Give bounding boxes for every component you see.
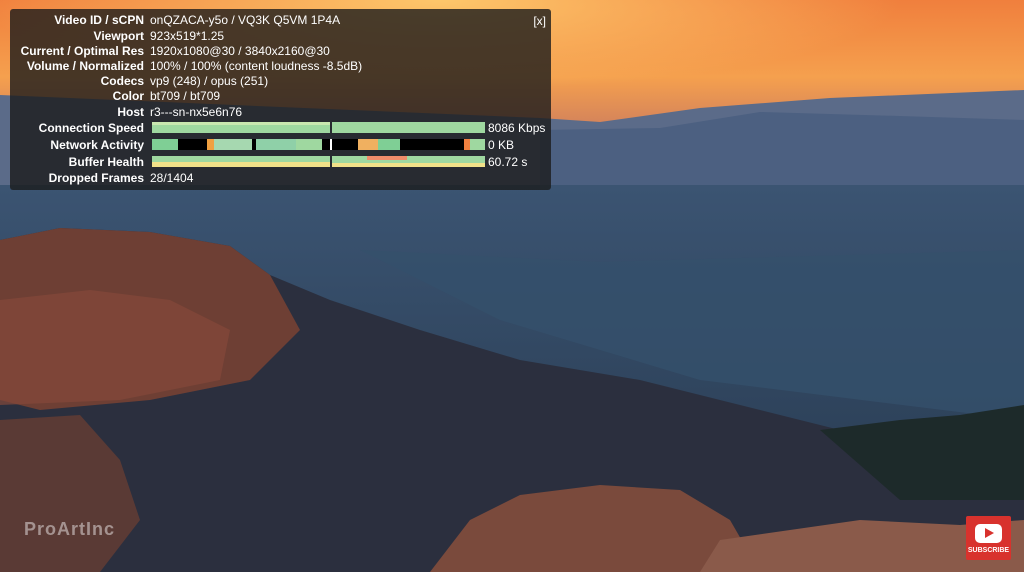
subscribe-label: SUBSCRIBE <box>967 547 1010 554</box>
graph-bar <box>470 139 485 150</box>
stats-value: bt709 / bt709 <box>150 89 221 103</box>
graph-bar <box>152 122 330 125</box>
subscribe-button[interactable]: SUBSCRIBE <box>966 516 1011 560</box>
connection-speed-value: 8086 Kbps <box>488 121 546 135</box>
graph-bar <box>207 139 214 150</box>
graph-bar <box>214 139 252 150</box>
stats-value: r3---sn-nx5e6n76 <box>150 105 243 119</box>
stats-label: Network Activity <box>50 138 144 152</box>
stats-label: Current / Optimal Res <box>20 44 144 58</box>
graph-bar <box>332 163 485 167</box>
stats-row-codecs: Codecs vp9 (248) / opus (251) <box>10 73 550 89</box>
graph-bar <box>332 122 485 133</box>
stats-label: Host <box>117 105 144 119</box>
graph-bar <box>152 162 330 167</box>
graph-bar <box>152 139 178 150</box>
stats-row-viewport: Viewport 923x519*1.25 <box>10 28 550 44</box>
network-activity-value: 0 KB <box>488 138 515 152</box>
stats-label: Volume / Normalized <box>26 59 144 73</box>
stats-row-dropped-frames: Dropped Frames 28/1404 <box>10 170 550 186</box>
stats-value: 28/1404 <box>150 171 194 185</box>
graph-bar <box>256 139 296 150</box>
stats-row-resolution: Current / Optimal Res 1920x1080@30 / 384… <box>10 43 550 59</box>
connection-speed-graph <box>152 122 485 133</box>
stats-label: Buffer Health <box>68 155 144 169</box>
stats-label: Color <box>112 89 144 103</box>
stats-row-color: Color bt709 / bt709 <box>10 88 550 104</box>
stats-value: 1920x1080@30 / 3840x2160@30 <box>150 44 330 58</box>
stats-label: Codecs <box>100 74 144 88</box>
stats-label: Dropped Frames <box>48 171 144 185</box>
stats-row-connection-speed: Connection Speed 8086 Kbps <box>10 120 550 136</box>
buffer-health-graph <box>152 156 485 167</box>
stats-value: onQZACA-y5o / VQ3K Q5VM 1P4A <box>150 13 341 27</box>
play-triangle-icon <box>985 528 994 538</box>
stats-label: Video ID / sCPN <box>54 13 144 27</box>
graph-bar <box>330 139 332 150</box>
channel-watermark: ProArtInc <box>24 519 116 539</box>
stats-label: Connection Speed <box>38 121 144 135</box>
stats-row-volume: Volume / Normalized 100% / 100% (content… <box>10 58 550 74</box>
stats-row-network-activity: Network Activity 0 KB <box>10 137 550 153</box>
buffer-health-value: 60.72 s <box>488 155 528 169</box>
graph-bar <box>296 139 322 150</box>
stats-label: Viewport <box>93 29 144 43</box>
stats-row-host: Host r3---sn-nx5e6n76 <box>10 104 550 120</box>
stats-row-video-id: Video ID / sCPN onQZACA-y5o / VQ3K Q5VM … <box>10 12 550 28</box>
stats-row-buffer-health: Buffer Health 60.72 s <box>10 154 550 170</box>
stats-value: vp9 (248) / opus (251) <box>150 74 269 88</box>
stats-for-nerds-panel: [x] Video ID / sCPN onQZACA-y5o / VQ3K Q… <box>10 9 551 190</box>
graph-bar <box>367 156 407 160</box>
stats-value: 923x519*1.25 <box>150 29 225 43</box>
network-activity-graph <box>152 139 485 150</box>
graph-bar <box>358 139 378 150</box>
stats-value: 100% / 100% (content loudness -8.5dB) <box>150 59 363 73</box>
graph-bar <box>378 139 400 150</box>
